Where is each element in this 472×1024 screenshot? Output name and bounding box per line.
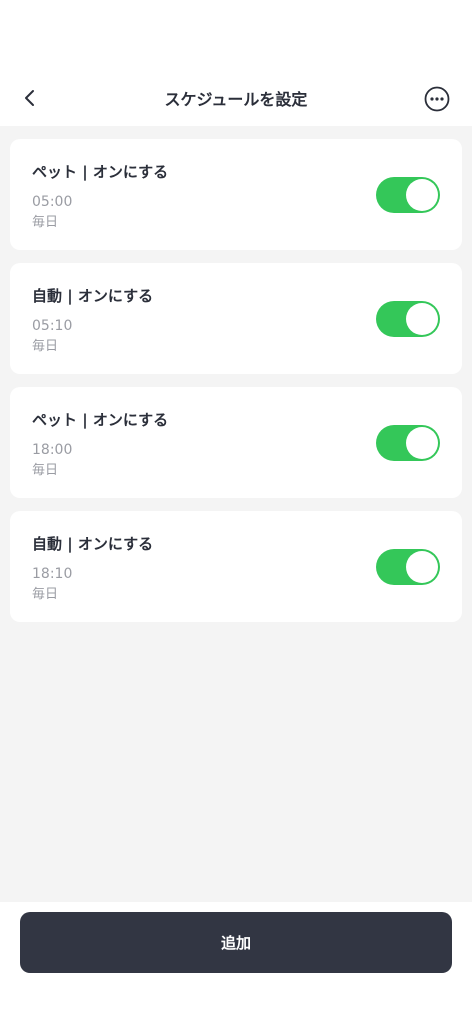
schedule-card[interactable]: ペット | オンにする 18:00 毎日 <box>10 387 462 498</box>
schedule-title: ペット | オンにする <box>32 411 169 429</box>
bottom-bar: 追加 <box>0 902 472 1024</box>
schedule-repeat: 毎日 <box>32 339 59 354</box>
schedule-list: ペット | オンにする 05:00 毎日 自動 | オンにする 05:10 毎日… <box>10 139 462 635</box>
schedule-title: ペット | オンにする <box>32 163 169 181</box>
schedule-time: 18:10 <box>32 566 73 582</box>
navigation-bar: スケジュールを設定 <box>0 72 472 126</box>
toggle-knob <box>406 303 438 335</box>
schedule-title: 自動 | オンにする <box>32 535 154 553</box>
schedule-repeat: 毎日 <box>32 215 59 230</box>
schedule-repeat: 毎日 <box>32 463 59 478</box>
schedule-toggle[interactable] <box>376 301 440 337</box>
more-horizontal-circle-icon <box>424 86 450 112</box>
schedule-time: 18:00 <box>32 442 73 458</box>
schedule-toggle[interactable] <box>376 549 440 585</box>
schedule-time: 05:10 <box>32 318 73 334</box>
schedule-repeat: 毎日 <box>32 587 59 602</box>
schedule-screen: スケジュールを設定 ペット | オンにする 05:00 毎日 自動 | オンにす… <box>0 0 472 1024</box>
add-schedule-button[interactable]: 追加 <box>20 912 452 973</box>
schedule-toggle[interactable] <box>376 177 440 213</box>
toggle-knob <box>406 427 438 459</box>
chevron-left-icon <box>25 90 34 106</box>
back-button[interactable] <box>14 82 46 114</box>
schedule-title: 自動 | オンにする <box>32 287 154 305</box>
schedule-card[interactable]: ペット | オンにする 05:00 毎日 <box>10 139 462 250</box>
toggle-knob <box>406 179 438 211</box>
page-title: スケジュールを設定 <box>164 90 308 109</box>
schedule-card[interactable]: 自動 | オンにする 18:10 毎日 <box>10 511 462 622</box>
schedule-card[interactable]: 自動 | オンにする 05:10 毎日 <box>10 263 462 374</box>
more-options-button[interactable] <box>424 86 450 112</box>
status-bar-area <box>0 0 472 72</box>
schedule-toggle[interactable] <box>376 425 440 461</box>
schedule-time: 05:00 <box>32 194 73 210</box>
toggle-knob <box>406 551 438 583</box>
